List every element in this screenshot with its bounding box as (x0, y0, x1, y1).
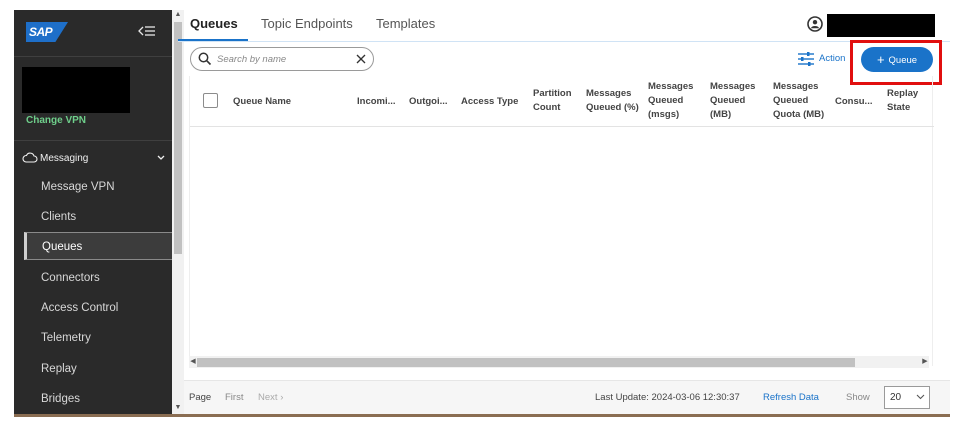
scroll-down-icon[interactable]: ▼ (172, 403, 184, 413)
scroll-left-icon[interactable]: ◀ (189, 356, 197, 368)
sap-logo-icon[interactable]: SAP (26, 22, 68, 42)
page-size-value: 20 (890, 392, 902, 403)
column-header-messages-queued-pct[interactable]: Messages Queued (%) (586, 87, 639, 115)
page-size-select[interactable]: 20 (884, 386, 930, 409)
next-page-label: Next (258, 392, 278, 403)
redacted-username (827, 14, 935, 37)
sidebar-item-replay[interactable]: Replay (24, 355, 172, 383)
column-header-messages-queued-msgs[interactable]: Messages Queued (msgs) (648, 80, 693, 122)
table-body (190, 128, 934, 356)
search-field[interactable] (190, 47, 374, 71)
queues-table: Queue Name Incomi... Outgoi... Access Ty… (189, 76, 934, 366)
cloud-icon (22, 152, 38, 167)
table-header: Queue Name Incomi... Outgoi... Access Ty… (190, 76, 934, 127)
column-header-messages-queued-quota[interactable]: Messages Queued Quota (MB) (773, 80, 824, 122)
sidebar: SAP Change VPN Messaging Message VPN Cli… (14, 10, 172, 414)
column-header-incoming[interactable]: Incomi... (357, 95, 396, 109)
tab-topic-endpoints[interactable]: Topic Endpoints (261, 16, 353, 31)
nav-section-messaging[interactable]: Messaging (22, 152, 166, 166)
column-header-partition-count[interactable]: Partition Count (533, 87, 572, 115)
scroll-up-icon[interactable]: ▲ (172, 10, 184, 20)
horizontal-scrollbar-thumb[interactable] (197, 358, 855, 367)
next-page-link[interactable]: Next › (258, 392, 283, 403)
change-vpn-link[interactable]: Change VPN (26, 115, 86, 126)
collapse-menu-icon[interactable] (138, 24, 156, 38)
column-header-messages-queued-mb[interactable]: Messages Queued (MB) (710, 80, 755, 122)
action-sliders-icon[interactable] (797, 51, 815, 72)
show-label: Show (846, 392, 870, 403)
redacted-vpn-name (22, 67, 130, 113)
sidebar-scrollbar-thumb[interactable] (174, 22, 182, 254)
app-window: SAP Change VPN Messaging Message VPN Cli… (14, 10, 950, 414)
sidebar-scrollbar[interactable]: ▲ ▼ (172, 10, 184, 414)
tab-templates[interactable]: Templates (376, 16, 435, 31)
pagination-footer: Page First Next › Last Update: 2024-03-0… (184, 380, 950, 414)
page-label: Page (189, 392, 212, 403)
table-horizontal-scrollbar[interactable]: ◀ ▶ (189, 356, 929, 368)
sidebar-item-bridges[interactable]: Bridges (24, 385, 172, 413)
column-header-access-type[interactable]: Access Type (461, 95, 518, 109)
chevron-down-icon (916, 392, 925, 405)
sidebar-item-clients[interactable]: Clients (24, 203, 172, 231)
select-all-checkbox[interactable] (203, 93, 218, 108)
sidebar-item-access-control[interactable]: Access Control (24, 294, 172, 322)
search-input[interactable] (217, 51, 349, 67)
sidebar-item-queues[interactable]: Queues (24, 232, 172, 260)
search-icon (198, 52, 212, 71)
nav-section-label: Messaging (40, 153, 89, 164)
action-button-label[interactable]: Action (819, 53, 849, 64)
sap-logo-text: SAP (29, 25, 53, 39)
add-queue-button[interactable]: + Queue (861, 47, 933, 72)
main-content: Queues Topic Endpoints Templates Action … (178, 10, 950, 414)
clear-icon[interactable] (355, 52, 367, 70)
chevron-down-icon (156, 152, 166, 167)
sidebar-item-telemetry[interactable]: Telemetry (24, 324, 172, 352)
last-update-text: Last Update: 2024-03-06 12:30:37 (595, 392, 740, 403)
sidebar-item-connectors[interactable]: Connectors (24, 264, 172, 292)
column-header-replay-state[interactable]: Replay State (887, 87, 918, 115)
scroll-right-icon[interactable]: ▶ (921, 356, 929, 368)
refresh-data-link[interactable]: Refresh Data (763, 392, 819, 403)
sidebar-divider (14, 56, 172, 57)
chevron-right-icon: › (280, 392, 284, 403)
column-header-queue-name[interactable]: Queue Name (233, 95, 291, 109)
first-page-link[interactable]: First (225, 392, 243, 403)
plus-icon: + (876, 52, 885, 67)
window-bottom-edge (14, 414, 950, 417)
column-header-consumers[interactable]: Consu... (835, 95, 872, 109)
tab-queues[interactable]: Queues (190, 16, 238, 31)
column-header-outgoing[interactable]: Outgoi... (409, 95, 448, 109)
sidebar-divider (14, 140, 172, 141)
tabs-divider (178, 41, 950, 42)
add-queue-label: Queue (888, 55, 918, 66)
user-icon[interactable] (807, 16, 823, 32)
sidebar-item-message-vpn[interactable]: Message VPN (24, 173, 172, 201)
